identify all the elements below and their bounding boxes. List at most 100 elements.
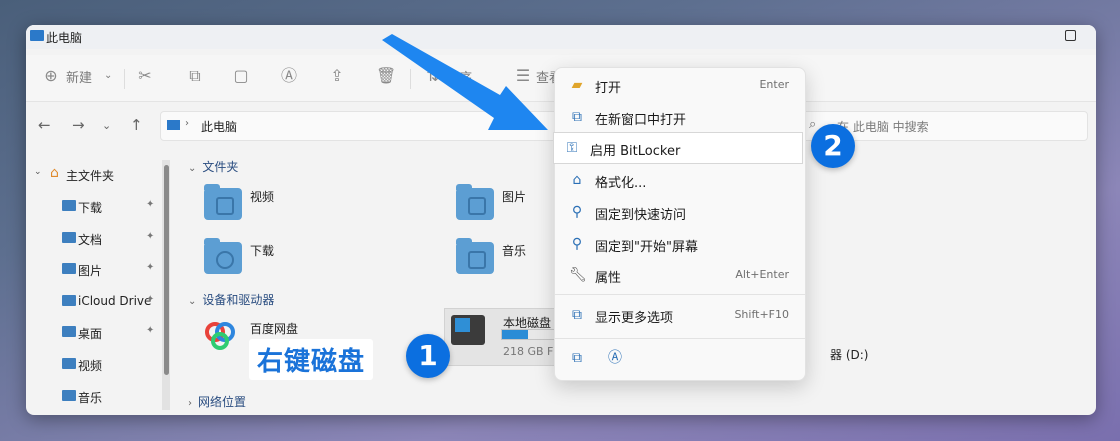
menu-item-open[interactable]: ▰ 打开 Enter (559, 70, 801, 100)
menu-item-pin-start[interactable]: ⚲ 固定到"开始"屏幕 (559, 229, 801, 259)
share-icon[interactable]: ⇪ (328, 67, 346, 85)
folder-icon (62, 326, 76, 337)
menu-item-open-new-window[interactable]: ⧉ 在新窗口中打开 (559, 102, 801, 132)
pin-icon: ⚲ (571, 204, 583, 220)
sidebar-scrollbar-thumb[interactable] (164, 165, 169, 375)
dvd-drive-label[interactable]: 器 (D:) (830, 346, 868, 363)
section-header-devices[interactable]: ⌄ 设备和驱动器 (188, 291, 274, 308)
local-disk-icon (451, 315, 485, 345)
step1-badge: 1 (406, 334, 450, 378)
downloads-folder-icon (204, 238, 242, 274)
collapse-chevron-icon[interactable]: ⌄ (188, 296, 196, 307)
wrench-icon: 🔧︎ (569, 267, 587, 283)
pictures-folder-icon (456, 184, 494, 220)
folder-icon (62, 295, 76, 306)
menu-item-show-more-options[interactable]: ⧉ 显示更多选项 Shift+F10 (559, 300, 801, 330)
folder-icon (62, 232, 76, 243)
maximize-button[interactable] (1065, 30, 1076, 41)
pin-icon: ✦ (146, 294, 155, 305)
new-dropdown-chevron-icon[interactable]: ⌄ (104, 70, 112, 81)
back-arrow-icon[interactable]: ← (38, 116, 51, 134)
sidebar-item-label: 文档 (78, 233, 103, 247)
disk-usage-bar (501, 329, 561, 340)
breadcrumb: 此电脑 (201, 120, 238, 134)
forward-arrow-icon[interactable]: → (72, 116, 85, 134)
sidebar-item-pictures[interactable]: 图片 ✦ (26, 259, 160, 281)
folder-icon (62, 390, 76, 401)
title-bar: 此电脑 (26, 25, 1096, 49)
rename-icon[interactable]: Ⓐ (280, 67, 298, 85)
step1-instruction-label: 右键磁盘 (249, 339, 374, 380)
toolbar-divider (410, 69, 411, 89)
sidebar-item-home[interactable]: ⌄ ⌂ 主文件夹 (26, 164, 160, 186)
more-options-icon: ⧉ (572, 307, 582, 323)
menu-item-enable-bitlocker[interactable]: ⚿ 启用 BitLocker (553, 132, 803, 164)
expand-chevron-icon[interactable]: ⌄ (34, 167, 42, 177)
sidebar-item-desktop[interactable]: 桌面 ✦ (26, 322, 160, 344)
copy-icon[interactable]: ⧉ (569, 350, 585, 366)
folder-label: 音乐 (502, 244, 527, 258)
delete-icon[interactable]: 🗑 (376, 67, 396, 85)
pin-icon: ✦ (146, 262, 155, 273)
local-disk-space: 218 GB F (503, 345, 554, 358)
cut-icon[interactable]: ✂ (136, 67, 154, 85)
videos-folder-icon (204, 184, 242, 220)
sidebar-item-label: 图片 (78, 264, 103, 278)
sidebar-item-downloads[interactable]: 下载 ✦ (26, 196, 160, 218)
menu-item-format[interactable]: ⌂ 格式化... (559, 165, 801, 195)
folder-videos[interactable]: 视频 (204, 184, 404, 226)
step2-badge: 2 (811, 124, 855, 168)
new-button[interactable]: 新建 (66, 67, 92, 86)
recent-chevron-icon[interactable]: ⌄ (102, 119, 111, 132)
rename-icon[interactable]: Ⓐ (607, 350, 623, 366)
breadcrumb-chevron-icon: › (185, 118, 189, 129)
disk-usage-fill (502, 330, 529, 339)
menu-divider (555, 294, 805, 295)
folder-icon (62, 263, 76, 274)
baidu-netdisk-icon[interactable] (204, 319, 236, 351)
menu-item-pin-quick-access[interactable]: ⚲ 固定到快速访问 (559, 197, 801, 227)
folder-icon: ▰ (571, 77, 583, 93)
sidebar-item-label: 音乐 (78, 391, 103, 405)
expand-chevron-icon[interactable]: › (188, 398, 192, 409)
baidu-drive-label[interactable]: 百度网盘 (250, 320, 298, 337)
section-header-network[interactable]: › 网络位置 (188, 393, 246, 410)
paste-icon[interactable]: ▢ (232, 67, 250, 85)
sort-button[interactable]: 排序 (446, 67, 472, 86)
home-icon: ⌂ (50, 165, 59, 181)
section-header-folders[interactable]: ⌄ 文件夹 (188, 158, 238, 175)
sidebar-item-label: 视频 (78, 359, 103, 373)
sidebar-item-label: 桌面 (78, 327, 103, 341)
folder-icon (62, 200, 76, 211)
navigation-pane: ⌄ ⌂ 主文件夹 下载 ✦ 文档 ✦ 图片 ✦ iCloud Drive ✦ 桌… (26, 150, 160, 415)
search-icon: ⌕ (809, 117, 817, 132)
open-new-window-icon: ⧉ (572, 109, 582, 125)
sidebar-item-label: iCloud Drive (78, 294, 152, 308)
folder-label: 视频 (250, 190, 275, 204)
window-title: 此电脑 (46, 31, 83, 45)
view-icon[interactable]: ☰ (514, 67, 532, 85)
menu-item-properties[interactable]: 🔧︎ 属性 Alt+Enter (559, 260, 801, 290)
sort-icon[interactable]: ⇅ (424, 67, 442, 85)
sidebar-item-music[interactable]: 音乐 (26, 386, 160, 408)
this-pc-icon (167, 120, 180, 130)
add-icon: ⊕ (44, 66, 58, 85)
up-arrow-icon[interactable]: ↑ (130, 116, 143, 134)
collapse-chevron-icon[interactable]: ⌄ (188, 163, 196, 174)
folder-downloads[interactable]: 下载 (204, 238, 404, 280)
sidebar-item-icloud-drive[interactable]: iCloud Drive ✦ (26, 291, 160, 313)
sidebar-item-videos[interactable]: 视频 (26, 354, 160, 376)
folder-label: 下载 (250, 244, 275, 258)
sidebar-item-label: 下载 (78, 201, 103, 215)
sidebar-item-documents[interactable]: 文档 ✦ (26, 228, 160, 250)
menu-divider (555, 338, 805, 339)
pin-icon: ⚲ (571, 236, 583, 252)
music-folder-icon (456, 238, 494, 274)
pin-icon: ✦ (146, 325, 155, 336)
pin-icon: ✦ (146, 231, 155, 242)
pin-icon: ✦ (146, 199, 155, 210)
sidebar-item-label: 主文件夹 (66, 169, 115, 183)
context-menu: ▰ 打开 Enter ⧉ 在新窗口中打开 ⚿ 启用 BitLocker ⌂ 格式… (553, 67, 806, 381)
key-icon: ⚿ (566, 140, 578, 156)
copy-icon[interactable]: ⧉ (186, 67, 204, 85)
